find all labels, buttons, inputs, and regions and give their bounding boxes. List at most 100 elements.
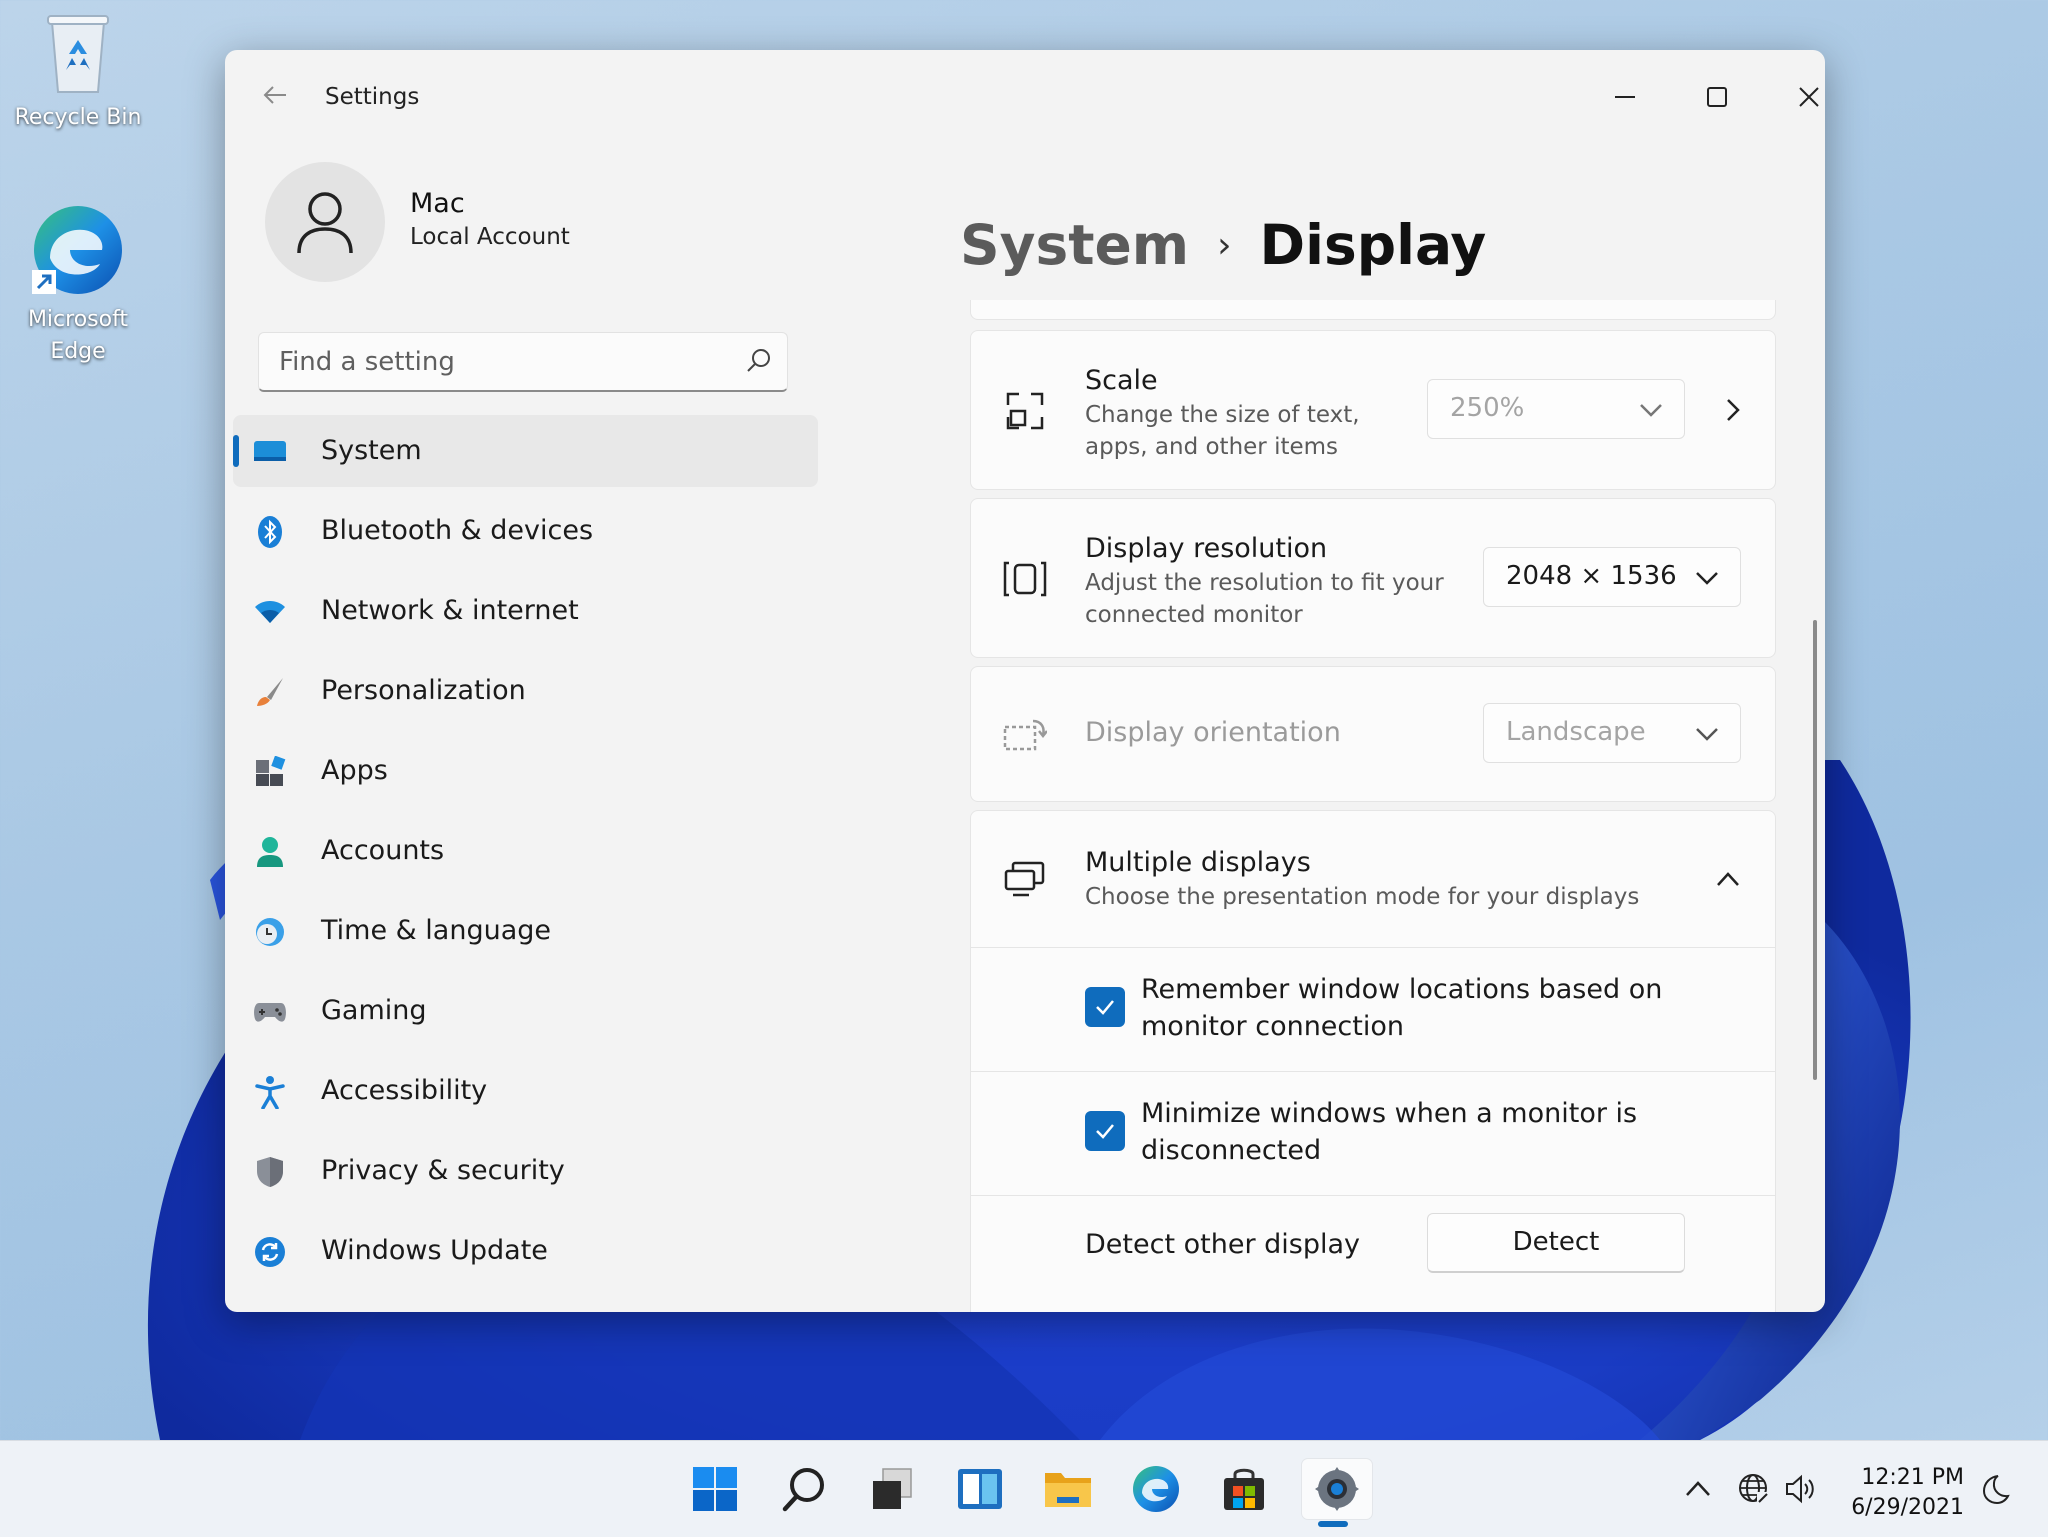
clock-date: 6/29/2021 (1851, 1495, 1964, 1520)
scale-dropdown[interactable]: 250% (1427, 379, 1685, 439)
resolution-card[interactable]: Display resolution Adjust the resolution… (970, 498, 1776, 658)
maximize-button[interactable] (1687, 72, 1747, 122)
sidebar-item-apps[interactable]: Apps (233, 735, 818, 807)
orientation-dropdown[interactable]: Landscape (1483, 703, 1741, 763)
previous-card-edge (970, 300, 1776, 320)
desktop-icon-recycle-bin[interactable]: Recycle Bin (8, 8, 148, 134)
breadcrumb: System › Display (960, 205, 1486, 285)
sidebar-item-network[interactable]: Network & internet (233, 575, 818, 647)
clock-time: 12:21 PM (1861, 1465, 1964, 1490)
orientation-value: Landscape (1506, 717, 1646, 747)
recycle-bin-icon (47, 15, 109, 93)
sidebar-item-gaming[interactable]: Gaming (233, 975, 818, 1047)
chevron-down-icon (1640, 404, 1662, 417)
clock[interactable]: 12:21 PM 6/29/2021 (1851, 1463, 1964, 1523)
resolution-dropdown[interactable]: 2048 × 1536 (1483, 547, 1741, 607)
checkbox-minimize-windows[interactable] (1085, 1111, 1125, 1151)
scale-card[interactable]: Scale Change the size of text, apps, and… (970, 330, 1776, 490)
start-button[interactable] (685, 1459, 745, 1519)
search-box[interactable] (258, 332, 788, 392)
store-button[interactable] (1214, 1459, 1274, 1519)
brush-icon (253, 675, 287, 709)
search-icon[interactable] (745, 347, 773, 375)
widgets-button[interactable] (950, 1459, 1010, 1519)
back-arrow-icon[interactable] (255, 80, 295, 120)
edge-icon (32, 206, 122, 294)
apps-icon (253, 755, 287, 789)
update-icon (253, 1235, 287, 1269)
desktop-icon-label: Recycle Bin (14, 105, 142, 130)
resolution-icon (1001, 555, 1049, 603)
chevron-down-icon (1696, 572, 1718, 585)
checkmark-icon (1096, 1124, 1114, 1139)
checkbox-label: Remember window locations based on monit… (1141, 974, 1663, 1042)
sidebar-item-label: Bluetooth & devices (321, 515, 594, 546)
sidebar-item-privacy[interactable]: Privacy & security (233, 1135, 818, 1207)
title-bar[interactable]: Settings (225, 50, 1825, 150)
network-status-button[interactable] (1736, 1471, 1772, 1507)
notification-center-button[interactable] (1976, 1471, 2012, 1507)
breadcrumb-parent[interactable]: System (960, 213, 1189, 277)
scale-value: 250% (1450, 393, 1525, 423)
volume-button[interactable] (1782, 1471, 1818, 1507)
volume-icon (1786, 1474, 1814, 1504)
sidebar-item-personalization[interactable]: Personalization (233, 655, 818, 727)
system-icon (253, 435, 287, 469)
sidebar-item-label: Windows Update (321, 1235, 548, 1266)
checkbox-label: Minimize windows when a monitor is disco… (1141, 1098, 1638, 1166)
detect-button[interactable]: Detect (1427, 1213, 1685, 1273)
maximize-icon (1707, 87, 1727, 107)
settings-button[interactable] (1302, 1459, 1372, 1519)
scale-icon (1001, 387, 1049, 435)
orientation-icon (1001, 711, 1049, 759)
orientation-title: Display orientation (1085, 717, 1341, 748)
scale-title: Scale (1085, 365, 1158, 396)
close-button[interactable] (1779, 72, 1825, 122)
sidebar-nav: System Bluetooth & devices Network & int… (233, 415, 818, 1295)
sidebar-item-system[interactable]: System (233, 415, 818, 487)
task-view-button[interactable] (862, 1459, 922, 1519)
sidebar-item-label: Time & language (321, 915, 552, 946)
task-view-icon (873, 1468, 912, 1509)
settings-window: Settings Mac Local Account Find a settin… (225, 50, 1825, 1312)
scrollbar[interactable] (1813, 620, 1817, 1080)
minimize-button[interactable] (1595, 72, 1655, 122)
show-hidden-icons-button[interactable] (1680, 1471, 1716, 1507)
taskbar-edge-button[interactable] (1126, 1459, 1186, 1519)
multiple-displays-header[interactable]: Multiple displays Choose the presentatio… (971, 811, 1775, 948)
gamepad-icon (253, 995, 287, 1029)
desktop-icon-label: Microsoft Edge (8, 304, 148, 368)
shield-icon (253, 1155, 287, 1189)
multiple-displays-card: Multiple displays Choose the presentatio… (970, 810, 1776, 1312)
resolution-title: Display resolution (1085, 533, 1328, 564)
scale-description: Change the size of text, apps, and other… (1085, 402, 1360, 460)
multiple-displays-title: Multiple displays (1085, 847, 1311, 878)
network-globe-icon (1739, 1474, 1769, 1504)
breadcrumb-separator: › (1217, 224, 1232, 266)
sidebar-item-windows-update[interactable]: Windows Update (233, 1215, 818, 1287)
checkbox-remember-window-locations[interactable] (1085, 987, 1125, 1027)
file-explorer-icon (1045, 1473, 1091, 1507)
search-input[interactable] (277, 333, 721, 391)
bluetooth-icon (253, 515, 287, 549)
sidebar-item-accessibility[interactable]: Accessibility (233, 1055, 818, 1127)
sidebar-item-time-language[interactable]: Time & language (233, 895, 818, 967)
chevron-up-icon[interactable] (1715, 869, 1741, 889)
multiple-displays-description: Choose the presentation mode for your di… (1085, 884, 1640, 910)
checkmark-icon (1096, 1000, 1114, 1015)
person-icon (253, 835, 287, 869)
desktop-icon-edge[interactable]: Microsoft Edge (8, 200, 148, 368)
avatar (265, 162, 385, 282)
file-explorer-button[interactable] (1038, 1459, 1098, 1519)
sidebar-item-accounts[interactable]: Accounts (233, 815, 818, 887)
resolution-description: Adjust the resolution to fit your connec… (1085, 570, 1444, 628)
widgets-icon (958, 1469, 1002, 1509)
minimize-icon (1615, 96, 1635, 98)
moon-icon (1982, 1475, 2010, 1505)
sidebar-item-bluetooth[interactable]: Bluetooth & devices (233, 495, 818, 567)
sidebar-item-label: System (321, 435, 422, 466)
settings-content: Scale Change the size of text, apps, and… (970, 300, 1776, 1312)
chevron-right-icon[interactable] (1723, 397, 1743, 423)
taskbar-search-button[interactable] (774, 1459, 834, 1519)
multiple-displays-icon (1001, 855, 1049, 903)
